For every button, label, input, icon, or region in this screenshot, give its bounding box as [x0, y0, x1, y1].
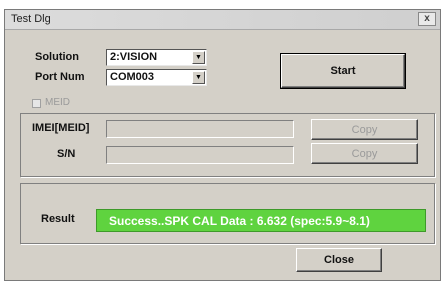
solution-combo[interactable]: 2:VISION ▼ [106, 49, 207, 66]
imei-copy-button[interactable]: Copy [311, 119, 418, 140]
meid-checkbox-label: MEID [45, 97, 70, 108]
solution-label: Solution [35, 51, 79, 63]
title-bar[interactable]: Test Dlg x [5, 10, 440, 30]
sn-field[interactable] [106, 146, 294, 164]
solution-value: 2:VISION [110, 51, 158, 63]
sn-label: S/N [57, 148, 76, 160]
chevron-down-icon[interactable]: ▼ [192, 51, 205, 64]
close-button[interactable]: Close [296, 248, 382, 272]
imei-label: IMEI[MEID] [32, 122, 90, 134]
result-label: Result [41, 213, 75, 225]
result-message: Success..SPK CAL Data : 6.632 (spec:5.9~… [109, 214, 370, 228]
close-icon[interactable]: x [418, 12, 436, 26]
port-value: COM003 [110, 71, 155, 83]
port-label: Port Num [35, 71, 85, 83]
result-status-field: Success..SPK CAL Data : 6.632 (spec:5.9~… [96, 209, 426, 232]
imei-field[interactable] [106, 120, 294, 138]
start-button[interactable]: Start [280, 53, 406, 89]
port-combo[interactable]: COM003 ▼ [106, 69, 207, 86]
meid-checkbox[interactable] [32, 99, 41, 108]
chevron-down-icon[interactable]: ▼ [192, 71, 205, 84]
sn-copy-button[interactable]: Copy [311, 143, 418, 164]
window-title: Test Dlg [11, 13, 51, 25]
test-dialog-window: Test Dlg x Solution 2:VISION ▼ Port Num … [4, 9, 441, 281]
